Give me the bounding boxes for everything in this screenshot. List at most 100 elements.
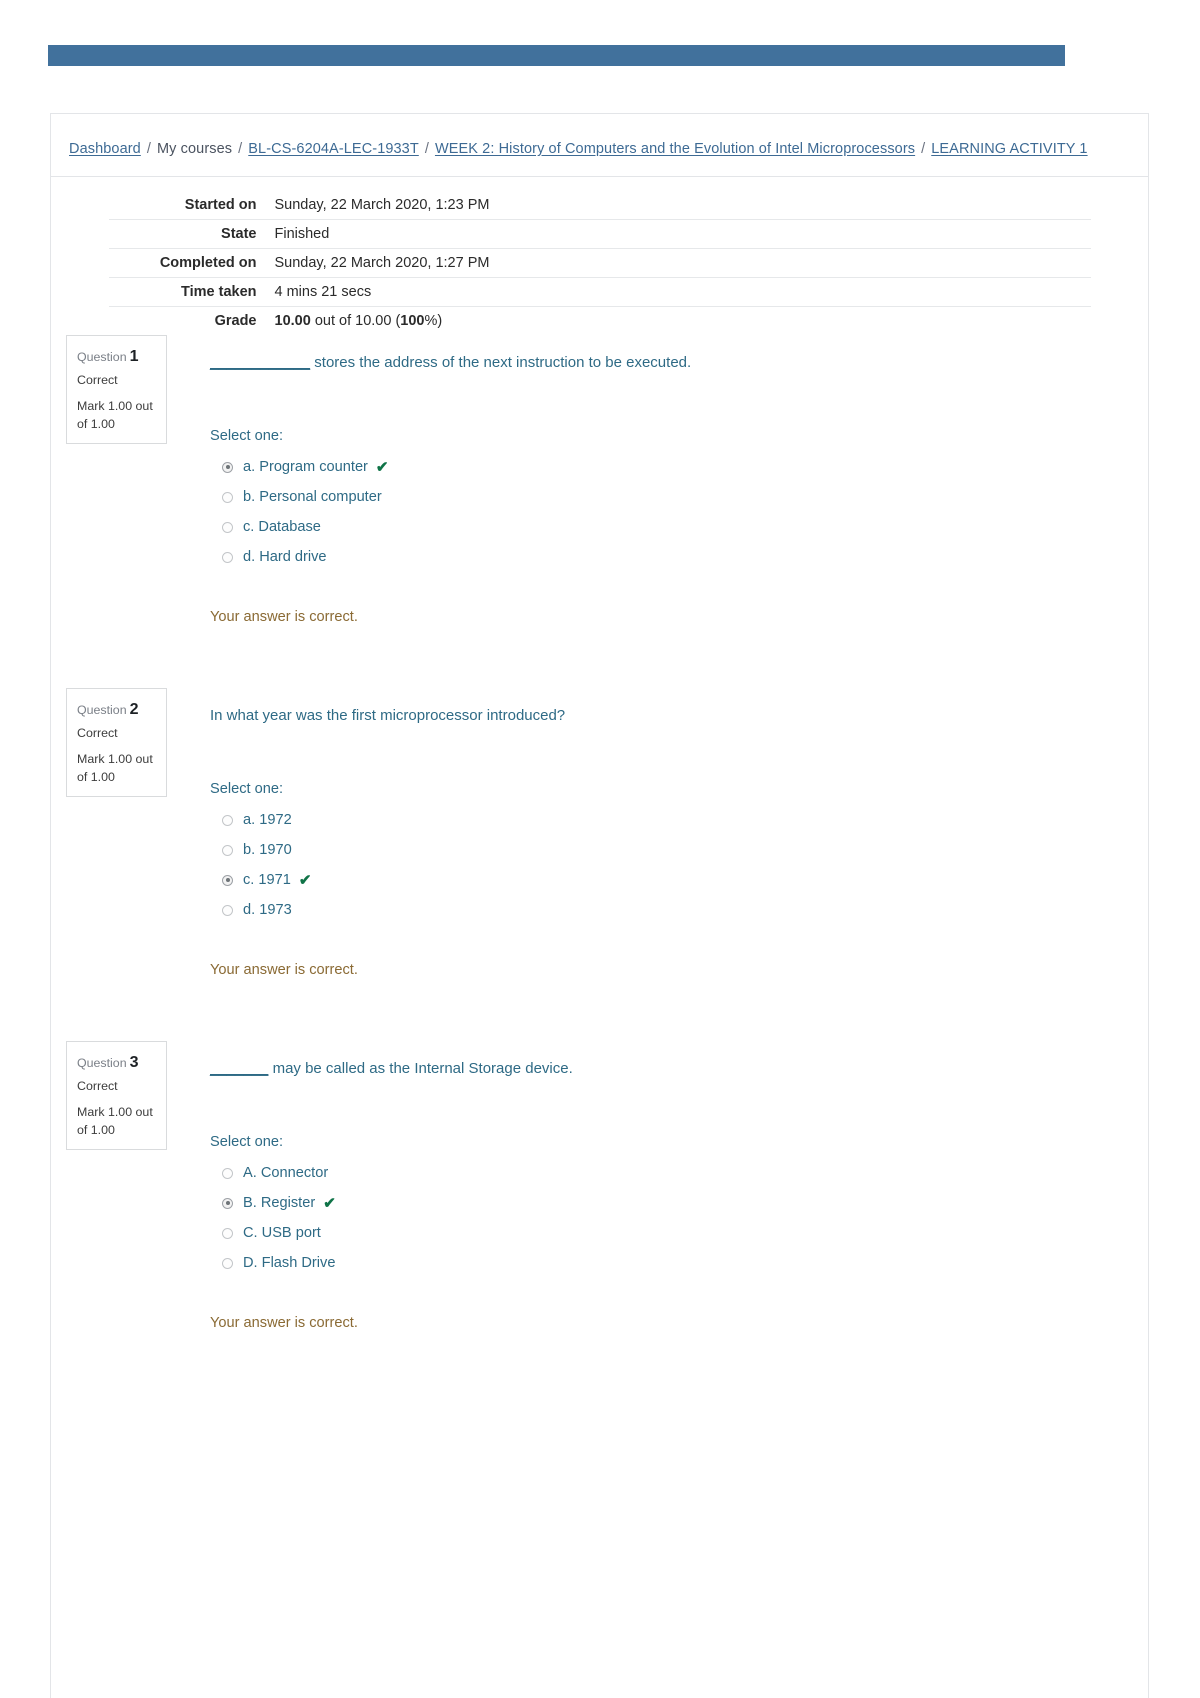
summary-row: State Finished	[108, 219, 1091, 249]
correct-check-icon: ✔	[375, 458, 389, 476]
answer-option[interactable]: c. 1971 ✔	[210, 865, 1148, 895]
question-mark: Mark 1.00 out of 1.00	[77, 399, 153, 431]
radio-button-selected[interactable]	[222, 1197, 233, 1209]
question-row: Question 1 Correct Mark 1.00 out of 1.00 ___…	[51, 335, 1148, 625]
radio-button[interactable]	[222, 551, 233, 563]
answer-option-label: C. USB port	[243, 1225, 321, 1241]
answer-option[interactable]: D. Flash Drive	[210, 1248, 1148, 1278]
question-number: 3	[129, 1054, 139, 1071]
question-spacer	[51, 978, 1148, 1041]
breadcrumb-region: Dashboard / My courses / BL-CS-6204A-LEC-193…	[51, 114, 1148, 177]
radio-button[interactable]	[222, 1167, 233, 1179]
answer-option[interactable]: a. 1972	[210, 805, 1148, 835]
radio-button[interactable]	[222, 1257, 233, 1269]
grade-middle-text: out of 10.00 (	[310, 313, 401, 329]
breadcrumb-separator: /	[424, 141, 429, 157]
question-state: Correct	[77, 373, 118, 387]
breadcrumb-item-2: My courses	[156, 141, 233, 157]
breadcrumb-item-3[interactable]: BL-CS-6204A-LEC-1933T	[248, 141, 419, 157]
answer-option-label: c. 1971	[243, 872, 291, 888]
radio-button[interactable]	[222, 521, 233, 533]
summary-value: Sunday, 22 March 2020, 1:27 PM	[274, 255, 490, 271]
answer-option-label: d. Hard drive	[243, 549, 327, 565]
breadcrumb-item-5[interactable]: LEARNING ACTIVITY 1	[931, 141, 1087, 157]
question-body: In what year was the first microprocesso…	[167, 688, 1148, 978]
answer-option-label: a. Program counter	[243, 459, 368, 475]
question-number-line: Question 3	[77, 1051, 156, 1075]
attempt-summary-table: Started on Sunday, 22 March 2020, 1:23 PM…	[108, 191, 1091, 336]
breadcrumb: Dashboard / My courses / BL-CS-6204A-LEC-193…	[69, 137, 1130, 162]
question-number: 1	[129, 348, 139, 365]
radio-button[interactable]	[222, 491, 233, 503]
question-number-line: Question 1	[77, 345, 156, 369]
grade-label: Grade	[214, 313, 257, 329]
summary-row: Completed on Sunday, 22 March 2020, 1:27 …	[108, 248, 1091, 278]
question-info-box: Question 3 Correct Mark 1.00 out of 1.00	[66, 1041, 167, 1150]
radio-button[interactable]	[222, 844, 233, 856]
select-one-label: Select one:	[210, 428, 284, 444]
answer-option[interactable]: b. Personal computer	[210, 482, 1148, 512]
summary-label: Started on	[184, 197, 257, 213]
answer-option-label: a. 1972	[243, 812, 292, 828]
question-spacer	[51, 1331, 1148, 1394]
questions-container: Question 1 Correct Mark 1.00 out of 1.00 ___…	[51, 335, 1148, 1394]
radio-button[interactable]	[222, 1227, 233, 1239]
question-text: In what year was the first microprocesso…	[210, 704, 1148, 728]
correct-check-icon: ✔	[298, 871, 312, 889]
answer-option[interactable]: B. Register ✔	[210, 1188, 1148, 1218]
question-info-box: Question 2 Correct Mark 1.00 out of 1.00	[66, 688, 167, 797]
answer-feedback: Your answer is correct.	[210, 962, 358, 978]
answer-option[interactable]: d. Hard drive	[210, 542, 1148, 572]
radio-button[interactable]	[222, 814, 233, 826]
breadcrumb-separator: /	[238, 141, 243, 157]
correct-check-icon: ✔	[323, 1194, 336, 1212]
select-one-label: Select one:	[210, 1134, 284, 1150]
breadcrumb-separator: /	[146, 141, 151, 157]
answer-option[interactable]: c. Database	[210, 512, 1148, 542]
answer-option-label: b. 1970	[243, 842, 292, 858]
answer-options: Select one: a. Program counter ✔ b. Persona…	[210, 428, 1148, 572]
radio-button-selected[interactable]	[222, 874, 233, 886]
question-spacer	[51, 625, 1148, 688]
answer-feedback: Your answer is correct.	[210, 1315, 358, 1331]
question-statement: In what year was the first microprocesso…	[210, 707, 566, 724]
answer-options: Select one: A. Connector B. Register ✔ C. US…	[210, 1134, 1148, 1278]
answer-option[interactable]: d. 1973	[210, 895, 1148, 925]
question-word: Question	[77, 703, 127, 717]
question-number-line: Question 2	[77, 698, 156, 722]
question-block: Question 3 Correct Mark 1.00 out of 1.00 ___…	[51, 1041, 1148, 1331]
question-block: Question 1 Correct Mark 1.00 out of 1.00 ___…	[51, 335, 1148, 625]
question-state: Correct	[77, 1079, 118, 1093]
top-navigation-bar	[48, 45, 1065, 66]
breadcrumb-item-4[interactable]: WEEK 2: History of Computers and the Evo…	[435, 141, 915, 157]
select-one-label: Select one:	[210, 781, 284, 797]
question-body: ____________ stores the address of the n…	[167, 335, 1148, 625]
question-blank: ____________	[210, 354, 311, 371]
question-statement: stores the address of the next instructi…	[310, 354, 692, 371]
summary-label: State	[221, 226, 257, 242]
answer-option-label: b. Personal computer	[243, 489, 382, 505]
radio-button-selected[interactable]	[222, 461, 233, 473]
answer-option[interactable]: a. Program counter ✔	[210, 452, 1148, 482]
answer-options: Select one: a. 1972 b. 1970 c. 1971 ✔ d. 1973	[210, 781, 1148, 925]
question-row: Question 3 Correct Mark 1.00 out of 1.00 ___…	[51, 1041, 1148, 1331]
summary-row-grade: Grade 10.00 out of 10.00 (100%)	[108, 306, 1091, 336]
answer-option[interactable]: A. Connector	[210, 1158, 1148, 1188]
answer-option[interactable]: b. 1970	[210, 835, 1148, 865]
radio-button[interactable]	[222, 904, 233, 916]
question-row: Question 2 Correct Mark 1.00 out of 1.00 In …	[51, 688, 1148, 978]
answer-option[interactable]: C. USB port	[210, 1218, 1148, 1248]
answer-option-label: B. Register	[243, 1195, 316, 1211]
breadcrumb-item-1[interactable]: Dashboard	[69, 141, 141, 157]
summary-label: Completed on	[159, 255, 257, 271]
summary-row: Time taken 4 mins 21 secs	[108, 277, 1091, 307]
breadcrumb-separator: /	[921, 141, 926, 157]
question-word: Question	[77, 1056, 127, 1070]
question-number: 2	[129, 701, 139, 718]
grade-score: 10.00	[274, 313, 311, 329]
question-statement: may be called as the Internal Storage de…	[268, 1060, 573, 1077]
question-mark: Mark 1.00 out of 1.00	[77, 752, 153, 784]
question-body: _______ may be called as the Internal St…	[167, 1041, 1148, 1331]
grade-percent: 100	[400, 313, 425, 329]
answer-option-label: A. Connector	[243, 1165, 329, 1181]
